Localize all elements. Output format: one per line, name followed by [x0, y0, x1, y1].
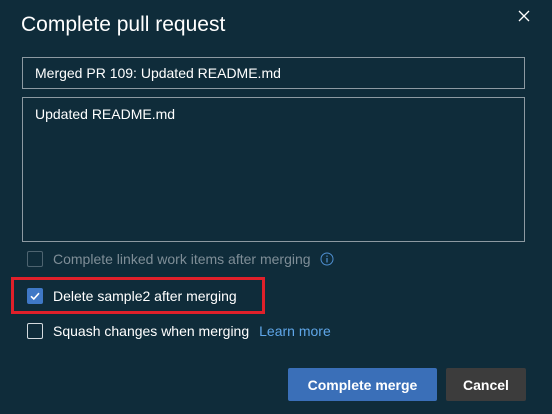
checkmark-icon: [30, 292, 40, 301]
squash-option: Squash changes when merging Learn more: [27, 322, 331, 340]
pr-title-field[interactable]: [22, 57, 525, 89]
learn-more-link[interactable]: Learn more: [259, 323, 331, 339]
complete-work-items-label: Complete linked work items after merging: [53, 251, 311, 267]
complete-work-items-checkbox[interactable]: [27, 251, 43, 267]
close-button[interactable]: [512, 4, 536, 28]
close-icon: [518, 10, 530, 22]
complete-work-items-option: Complete linked work items after merging: [27, 250, 334, 268]
delete-branch-label: Delete sample2 after merging: [53, 288, 237, 304]
delete-branch-option: Delete sample2 after merging: [27, 287, 237, 305]
dialog-title: Complete pull request: [21, 13, 226, 36]
delete-branch-checkbox[interactable]: [27, 288, 43, 304]
pr-description-field[interactable]: Updated README.md: [22, 97, 525, 242]
cancel-button[interactable]: Cancel: [446, 368, 526, 401]
squash-checkbox[interactable]: [27, 323, 43, 339]
squash-label: Squash changes when merging: [53, 323, 250, 339]
info-icon[interactable]: [320, 252, 334, 266]
complete-merge-button[interactable]: Complete merge: [288, 368, 437, 401]
complete-pull-request-dialog: Complete pull request Updated README.md …: [0, 0, 552, 414]
